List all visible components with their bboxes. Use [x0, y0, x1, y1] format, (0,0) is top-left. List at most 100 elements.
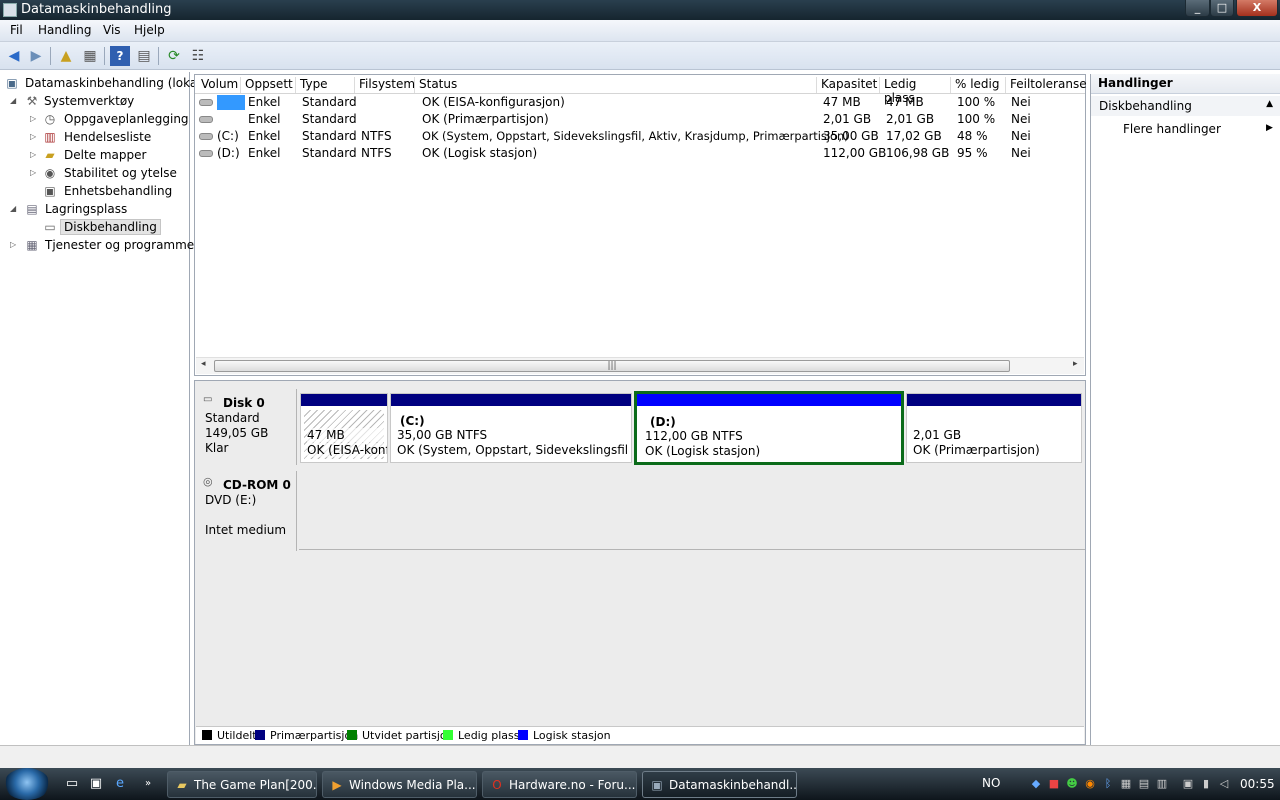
partition-d[interactable]: (D:) 112,00 GB NTFS OK (Logisk stasjon)	[634, 391, 904, 465]
horizontal-scrollbar[interactable]: ◂ ||| ▸	[196, 357, 1084, 374]
disk-icon: ▭	[44, 220, 56, 234]
menu-help[interactable]: Hjelp	[134, 23, 165, 37]
partition-c[interactable]: (C:) 35,00 GB NTFS OK (System, Oppstart,…	[390, 393, 632, 463]
switch-windows-icon[interactable]: ▣	[88, 776, 104, 792]
clock[interactable]: 00:55	[1240, 777, 1275, 800]
layout-cell: Enkel	[248, 112, 281, 126]
collapse-up-icon[interactable]: ▲	[1266, 99, 1273, 109]
disk-0-label[interactable]: ▭ Disk 0 Standard 149,05 GB Klar	[197, 389, 297, 465]
column-header[interactable]: Type	[296, 77, 355, 93]
collapse-arrow-icon[interactable]: ▷	[30, 150, 40, 159]
partition-primary[interactable]: 2,01 GB OK (Primærpartisjon)	[906, 393, 1082, 463]
refresh-icon[interactable]: ⟳	[164, 46, 184, 66]
storage-icon: ▤	[26, 202, 38, 216]
up-folder-icon[interactable]: ▲	[56, 46, 76, 66]
column-header[interactable]: Volum	[197, 77, 241, 93]
volume-icon	[199, 99, 213, 106]
column-header[interactable]: Oppsett	[241, 77, 296, 93]
network-icon[interactable]: ▣	[1180, 776, 1196, 792]
collapse-arrow-icon[interactable]: ▷	[30, 132, 40, 141]
volume-icon	[199, 116, 213, 123]
tree-label: Tjenester og programmer	[45, 238, 200, 252]
more-actions-link[interactable]: Flere handlinger	[1123, 122, 1221, 136]
computer-management-icon: ▣	[651, 778, 663, 792]
volume-icon[interactable]: ◁	[1216, 776, 1232, 792]
collapse-arrow-icon[interactable]: ▷	[30, 114, 40, 123]
language-indicator[interactable]: NO	[982, 776, 1000, 800]
show-hide-tree-icon[interactable]: ▦	[80, 46, 100, 66]
legend-swatch	[255, 730, 265, 740]
tray-icon[interactable]: ■	[1046, 776, 1062, 792]
messenger-icon[interactable]: ☻	[1064, 776, 1080, 792]
cdrom-name: CD-ROM 0	[223, 478, 291, 492]
column-header[interactable]: Status	[415, 77, 817, 93]
expand-arrow-icon[interactable]: ◢	[10, 204, 20, 213]
legend-swatch	[443, 730, 453, 740]
navigation-tree: ▣ Datamaskinbehandling (lokal) ◢ ⚒ Syste…	[0, 72, 205, 745]
column-header[interactable]: Ledig plass	[880, 77, 951, 105]
actions-section-label: Diskbehandling	[1099, 99, 1192, 113]
collapse-arrow-icon[interactable]: ▷	[30, 168, 40, 177]
capacity-cell: 112,00 GB	[823, 146, 887, 160]
partition-status: OK (EISA-konf	[307, 443, 387, 457]
table-row[interactable]: Enkel Standard OK (EISA-konfigurasjon) 4…	[195, 94, 1085, 111]
taskbar-item-computer-management[interactable]: ▣ Datamaskinbehandl...	[642, 771, 797, 798]
status-cell: OK (Logisk stasjon)	[422, 146, 538, 160]
menu-bar: Fil Handling Vis Hjelp	[0, 20, 1280, 42]
back-icon[interactable]: ◀	[4, 46, 24, 66]
partition-size: 47 MB	[307, 428, 387, 442]
volume-cell: (C:)	[199, 129, 239, 143]
partition-eisa[interactable]: 47 MB OK (EISA-konf	[300, 393, 388, 463]
minimize-button[interactable]: _	[1185, 0, 1210, 17]
cdrom-state: Intet medium	[205, 523, 287, 537]
tray-icon[interactable]: ◆	[1028, 776, 1044, 792]
table-row[interactable]: Enkel Standard OK (Primærpartisjon) 2,01…	[195, 111, 1085, 128]
close-button[interactable]: X	[1236, 0, 1278, 17]
legend-item: Utildelt	[202, 729, 257, 742]
forward-icon[interactable]: ▶	[26, 46, 46, 66]
partition-color-bar	[907, 394, 1081, 406]
cdrom-type: DVD (E:)	[205, 493, 257, 507]
collapse-arrow-icon[interactable]: ▷	[10, 240, 20, 249]
column-header[interactable]: Kapasitet	[817, 77, 880, 93]
scroll-left-icon[interactable]: ◂	[201, 359, 206, 369]
cdrom-icon: ◎	[203, 475, 213, 488]
tree-label: Datamaskinbehandling (lokal)	[25, 76, 206, 90]
tree-label: Delte mapper	[64, 148, 147, 162]
tray-icon[interactable]: ▥	[1154, 776, 1170, 792]
bluetooth-icon[interactable]: ᛒ	[1100, 776, 1116, 792]
column-header[interactable]: % ledig	[951, 77, 1006, 93]
taskbar-item-media-player[interactable]: ▶ Windows Media Pla...	[322, 771, 477, 798]
actions-header: Handlinger	[1091, 74, 1280, 94]
show-hide-action-pane-icon[interactable]: ▤	[134, 46, 154, 66]
expand-arrow-icon[interactable]: ◢	[10, 96, 20, 105]
tree-label: Enhetsbehandling	[64, 184, 173, 198]
taskbar-item-browser[interactable]: O Hardware.no - Foru...	[482, 771, 637, 798]
battery-icon[interactable]: ▮	[1198, 776, 1214, 792]
scroll-right-icon[interactable]: ▸	[1073, 359, 1078, 369]
table-row[interactable]: (C:) Enkel Standard NTFS OK (System, Opp…	[195, 128, 1085, 145]
column-header[interactable]: Filsystem	[355, 77, 415, 93]
maximize-button[interactable]: □	[1210, 0, 1234, 17]
internet-explorer-icon[interactable]: e	[112, 776, 128, 792]
menu-action[interactable]: Handling	[38, 23, 92, 37]
menu-file[interactable]: Fil	[10, 23, 23, 37]
start-button[interactable]	[4, 768, 50, 800]
status-cell: OK (EISA-konfigurasjon)	[422, 95, 565, 109]
cdrom-0-label[interactable]: ◎ CD-ROM 0 DVD (E:) Intet medium	[197, 471, 297, 551]
properties-icon[interactable]: ☷	[188, 46, 208, 66]
taskbar-item-folder[interactable]: ▰ The Game Plan[200...	[167, 771, 317, 798]
tray-icon[interactable]: ▤	[1136, 776, 1152, 792]
column-header[interactable]: Feiltoleranse	[1006, 77, 1087, 93]
table-row[interactable]: (D:) Enkel Standard NTFS OK (Logisk stas…	[195, 145, 1085, 162]
tray-icon[interactable]: ◉	[1082, 776, 1098, 792]
actions-section[interactable]: Diskbehandling ▲	[1091, 96, 1280, 116]
scrollbar-thumb[interactable]: |||	[214, 360, 1010, 372]
quicklaunch-more-icon[interactable]: »	[140, 776, 156, 792]
tray-icon[interactable]: ▦	[1118, 776, 1134, 792]
show-desktop-icon[interactable]: ▭	[64, 776, 80, 792]
menu-view[interactable]: Vis	[103, 23, 121, 37]
help-icon[interactable]: ?	[110, 46, 130, 66]
submenu-arrow-icon[interactable]: ▶	[1266, 123, 1273, 133]
volume-icon	[199, 133, 213, 140]
